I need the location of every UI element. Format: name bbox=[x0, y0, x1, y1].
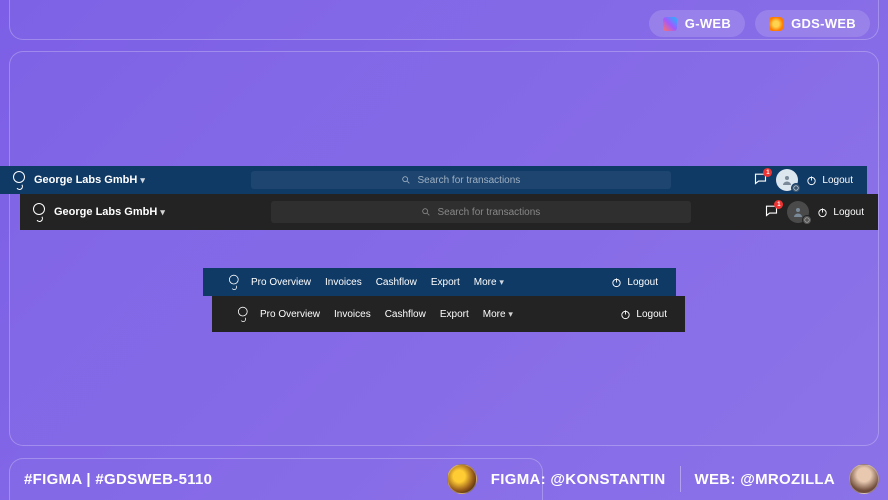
nav-pro-overview[interactable]: Pro Overview bbox=[251, 277, 311, 288]
nav-export[interactable]: Export bbox=[431, 277, 460, 288]
search-icon bbox=[421, 207, 431, 217]
gweb-chip[interactable]: G-WEB bbox=[649, 10, 745, 37]
chevron-down-icon: ▾ bbox=[499, 277, 504, 287]
nav-invoices[interactable]: Invoices bbox=[325, 277, 362, 288]
chevron-down-icon: ▾ bbox=[508, 309, 513, 319]
company-name: George Labs GmbH bbox=[34, 174, 137, 186]
app-logo-icon bbox=[10, 169, 26, 191]
power-icon bbox=[817, 207, 828, 218]
credit-web: WEB: @MROZILLA bbox=[695, 471, 835, 488]
logout-label: Logout bbox=[822, 175, 853, 186]
notification-badge: 1 bbox=[763, 168, 772, 177]
header-bar-blue: George Labs GmbH ▾ Search for transactio… bbox=[0, 166, 867, 194]
power-icon bbox=[620, 309, 631, 320]
nav-bar-dark: Pro Overview Invoices Cashflow Export Mo… bbox=[212, 296, 685, 332]
messages-button[interactable]: 1 bbox=[753, 171, 768, 189]
company-selector[interactable]: George Labs GmbH ▾ bbox=[54, 206, 165, 218]
gweb-label: G-WEB bbox=[685, 16, 731, 31]
logout-button[interactable]: Logout bbox=[620, 309, 667, 320]
chevron-down-icon: ▾ bbox=[160, 207, 165, 217]
nav-export[interactable]: Export bbox=[440, 309, 469, 320]
power-icon bbox=[611, 277, 622, 288]
fire-icon bbox=[769, 17, 783, 31]
nav-more[interactable]: More ▾ bbox=[483, 309, 513, 320]
search-placeholder: Search for transactions bbox=[417, 175, 520, 186]
nav-invoices[interactable]: Invoices bbox=[334, 309, 371, 320]
user-avatar[interactable] bbox=[787, 201, 809, 223]
nav-bar-blue: Pro Overview Invoices Cashflow Export Mo… bbox=[203, 268, 676, 296]
nav-cashflow[interactable]: Cashflow bbox=[376, 277, 417, 288]
search-placeholder: Search for transactions bbox=[437, 207, 540, 218]
credit-figma-label: FIGMA: @KONSTANTIN bbox=[491, 471, 666, 488]
logout-label: Logout bbox=[833, 207, 864, 218]
divider bbox=[680, 466, 681, 492]
nav-cashflow[interactable]: Cashflow bbox=[385, 309, 426, 320]
avatar-mrozilla bbox=[849, 464, 879, 494]
messages-button[interactable]: 1 bbox=[764, 203, 779, 221]
app-logo-icon bbox=[227, 273, 240, 291]
credit-web-label: WEB: @MROZILLA bbox=[695, 471, 835, 488]
company-name: George Labs GmbH bbox=[54, 206, 157, 218]
notification-badge: 1 bbox=[774, 200, 783, 209]
app-logo-icon bbox=[30, 201, 46, 223]
logout-button[interactable]: Logout bbox=[806, 175, 853, 186]
user-avatar[interactable] bbox=[776, 169, 798, 191]
nav-more[interactable]: More ▾ bbox=[474, 277, 504, 288]
avatar-konstantin bbox=[447, 464, 477, 494]
figma-icon bbox=[663, 17, 677, 31]
logout-button[interactable]: Logout bbox=[611, 277, 658, 288]
credit-figma: FIGMA: @KONSTANTIN bbox=[491, 471, 666, 488]
nav-more-label: More bbox=[483, 309, 506, 320]
company-selector[interactable]: George Labs GmbH ▾ bbox=[34, 174, 145, 186]
footer-tags-text: #FIGMA | #GDSWEB-5110 bbox=[24, 471, 212, 488]
logout-label: Logout bbox=[627, 277, 658, 288]
gdsweb-label: GDS-WEB bbox=[791, 16, 856, 31]
search-input[interactable]: Search for transactions bbox=[251, 171, 671, 189]
app-logo-icon bbox=[236, 305, 249, 323]
logout-label: Logout bbox=[636, 309, 667, 320]
search-icon bbox=[401, 175, 411, 185]
logout-button[interactable]: Logout bbox=[817, 207, 864, 218]
gdsweb-chip[interactable]: GDS-WEB bbox=[755, 10, 870, 37]
nav-pro-overview[interactable]: Pro Overview bbox=[260, 309, 320, 320]
avatar-sub-icon bbox=[791, 183, 801, 193]
nav-more-label: More bbox=[474, 277, 497, 288]
header-bar-dark: George Labs GmbH ▾ Search for transactio… bbox=[20, 194, 878, 230]
chevron-down-icon: ▾ bbox=[140, 175, 145, 185]
search-input[interactable]: Search for transactions bbox=[271, 201, 691, 223]
avatar-sub-icon bbox=[802, 215, 812, 225]
power-icon bbox=[806, 175, 817, 186]
